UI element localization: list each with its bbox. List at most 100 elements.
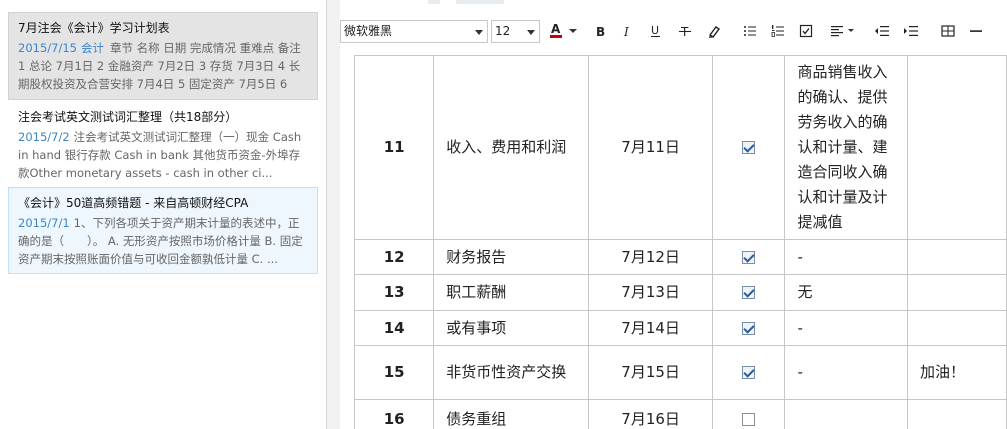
- highlight-button[interactable]: [704, 21, 724, 41]
- toolbar-top-strip: [456, 0, 504, 4]
- font-size-select[interactable]: 12: [491, 20, 540, 43]
- note-title: 注会考试英文测试词汇整理（共18部分）: [18, 110, 238, 124]
- date-cell: 7月15日: [588, 345, 714, 400]
- key-points-cell: -: [784, 310, 908, 346]
- remark-cell: [906, 310, 1007, 346]
- key-points-cell: 无: [784, 274, 908, 311]
- remark-cell: 加油！: [906, 345, 1007, 400]
- completion-cell: [712, 239, 786, 275]
- bulleted-list-button[interactable]: [740, 21, 760, 41]
- font-color-icon: A: [550, 22, 577, 38]
- table-row: 11 收入、费用和利润 7月11日 商品销售收入的确认、提供劳务收入的确认和计量…: [354, 55, 1007, 240]
- strikethrough-button[interactable]: T: [675, 21, 695, 41]
- completion-checkbox[interactable]: [742, 286, 756, 299]
- completion-checkbox[interactable]: [742, 141, 756, 154]
- chevron-down-icon: [475, 30, 483, 35]
- chapter-number-cell: 15: [354, 345, 435, 400]
- strikethrough-icon: T: [679, 25, 691, 38]
- insert-table-button[interactable]: [938, 21, 958, 41]
- remark-cell: [906, 55, 1007, 240]
- highlighter-icon: [708, 26, 721, 38]
- svg-text:I: I: [623, 25, 629, 38]
- remark-cell: [906, 399, 1007, 429]
- completion-checkbox[interactable]: [742, 366, 756, 379]
- italic-button[interactable]: I: [617, 21, 637, 41]
- font-family-value: 微软雅黑: [344, 24, 393, 38]
- chapter-name-cell: 或有事项: [433, 310, 590, 346]
- table-row: 12 财务报告 7月12日 -: [354, 239, 1007, 275]
- note-title: 《会计》50道高频错题 - 来自高顿财经CPA: [18, 196, 249, 210]
- underline-button[interactable]: U: [646, 21, 666, 41]
- font-color-button[interactable]: A: [548, 21, 582, 41]
- note-snippet-block: 2015/7/1 1、下列各项关于资产期末计量的表述中，正确的是（ ）。 A. 无…: [18, 214, 308, 268]
- table-row: 16 债务重组 7月16日: [354, 399, 1007, 429]
- outdent-button[interactable]: [872, 21, 892, 41]
- table-body: 11 收入、费用和利润 7月11日 商品销售收入的确认、提供劳务收入的确认和计量…: [354, 55, 1007, 429]
- note-snippet-block: 2015/7/15 会计 章节 名称 日期 完成情况 重难点 备注 1 总论 7月1…: [18, 39, 308, 93]
- key-points-cell: -: [784, 345, 908, 400]
- numbered-list-icon: [771, 25, 784, 37]
- indent-button[interactable]: [901, 21, 921, 41]
- study-plan-table: 11 收入、费用和利润 7月11日 商品销售收入的确认、提供劳务收入的确认和计量…: [354, 55, 1007, 429]
- align-button[interactable]: [828, 21, 862, 41]
- completion-checkbox[interactable]: [742, 413, 756, 426]
- note-date: 2015/7/2: [18, 130, 70, 144]
- date-cell: 7月14日: [588, 310, 714, 346]
- format-toolbar: 微软雅黑 12 A B I U T: [340, 0, 1007, 55]
- date-cell: 7月11日: [588, 55, 714, 240]
- table-row: 13 职工薪酬 7月13日 无: [354, 274, 1007, 311]
- note-list-pane: 7月注会《会计》学习计划表 2015/7/15 会计 章节 名称 日期 完成情况 重…: [0, 0, 327, 429]
- table-icon: [941, 25, 955, 37]
- bulleted-list-icon: [744, 26, 756, 36]
- completion-checkbox[interactable]: [742, 250, 756, 264]
- checkbox-icon: [799, 24, 813, 38]
- note-list-item-selected[interactable]: 《会计》50道高频错题 - 来自高顿财经CPA 2015/7/1 1、下列各项关于…: [8, 187, 318, 274]
- completion-cell: [712, 345, 786, 400]
- chapter-number-cell: 13: [354, 274, 435, 311]
- key-points-cell: 商品销售收入的确认、提供劳务收入的确认和计量、建造合同收入确认和计量及计提减值: [784, 55, 908, 240]
- key-points-cell: -: [784, 239, 908, 275]
- note-date: 2015/7/1: [18, 216, 70, 230]
- toolbar-top-strip: [428, 0, 440, 4]
- chapter-name-cell: 财务报告: [433, 239, 590, 275]
- checkbox-button[interactable]: [796, 21, 816, 41]
- horizontal-rule-icon: [970, 30, 982, 32]
- chapter-name-cell: 收入、费用和利润: [433, 55, 590, 240]
- completion-cell: [712, 274, 786, 311]
- completion-cell: [712, 55, 786, 240]
- note-list-item[interactable]: 7月注会《会计》学习计划表 2015/7/15 会计 章节 名称 日期 完成情况 重…: [8, 12, 318, 100]
- chapter-number-cell: 14: [354, 310, 435, 346]
- bold-button[interactable]: B: [590, 21, 610, 41]
- underline-icon: U: [651, 24, 660, 37]
- numbered-list-button[interactable]: [768, 21, 788, 41]
- svg-text:U: U: [651, 24, 659, 37]
- svg-text:A: A: [551, 22, 561, 36]
- remark-cell: [906, 274, 1007, 311]
- date-cell: 7月16日: [588, 399, 714, 429]
- chapter-name-cell: 非货币性资产交换: [433, 345, 590, 400]
- font-family-select[interactable]: 微软雅黑: [340, 20, 488, 43]
- indent-icon: [904, 26, 918, 36]
- note-document[interactable]: 11 收入、费用和利润 7月11日 商品销售收入的确认、提供劳务收入的确认和计量…: [354, 55, 1007, 429]
- font-size-value: 12: [495, 24, 511, 38]
- chapter-name-cell: 债务重组: [433, 399, 590, 429]
- chapter-name-cell: 职工薪酬: [433, 274, 590, 311]
- completion-cell: [712, 310, 786, 346]
- table-row: 15 非货币性资产交换 7月15日 - 加油！: [354, 345, 1007, 400]
- chevron-down-icon: [527, 30, 535, 35]
- bold-icon: B: [596, 25, 605, 38]
- horizontal-rule-button[interactable]: [966, 21, 986, 41]
- note-title: 7月注会《会计》学习计划表: [18, 21, 170, 35]
- outdent-icon: [875, 26, 889, 36]
- key-points-cell: [784, 399, 908, 429]
- note-date: 2015/7/15: [18, 41, 77, 55]
- chapter-number-cell: 16: [354, 399, 435, 429]
- table-row: 14 或有事项 7月14日 -: [354, 310, 1007, 346]
- note-list-item[interactable]: 注会考试英文测试词汇整理（共18部分） 2015/7/2 注会考试英文测试词汇整理…: [8, 101, 318, 187]
- pane-divider[interactable]: [327, 0, 340, 429]
- remark-cell: [906, 239, 1007, 275]
- note-snippet-block: 2015/7/2 注会考试英文测试词汇整理（一）现金 Cash in hand 银…: [18, 128, 308, 182]
- completion-checkbox[interactable]: [742, 321, 756, 335]
- note-tag: 会计: [80, 41, 104, 55]
- date-cell: 7月12日: [588, 239, 714, 275]
